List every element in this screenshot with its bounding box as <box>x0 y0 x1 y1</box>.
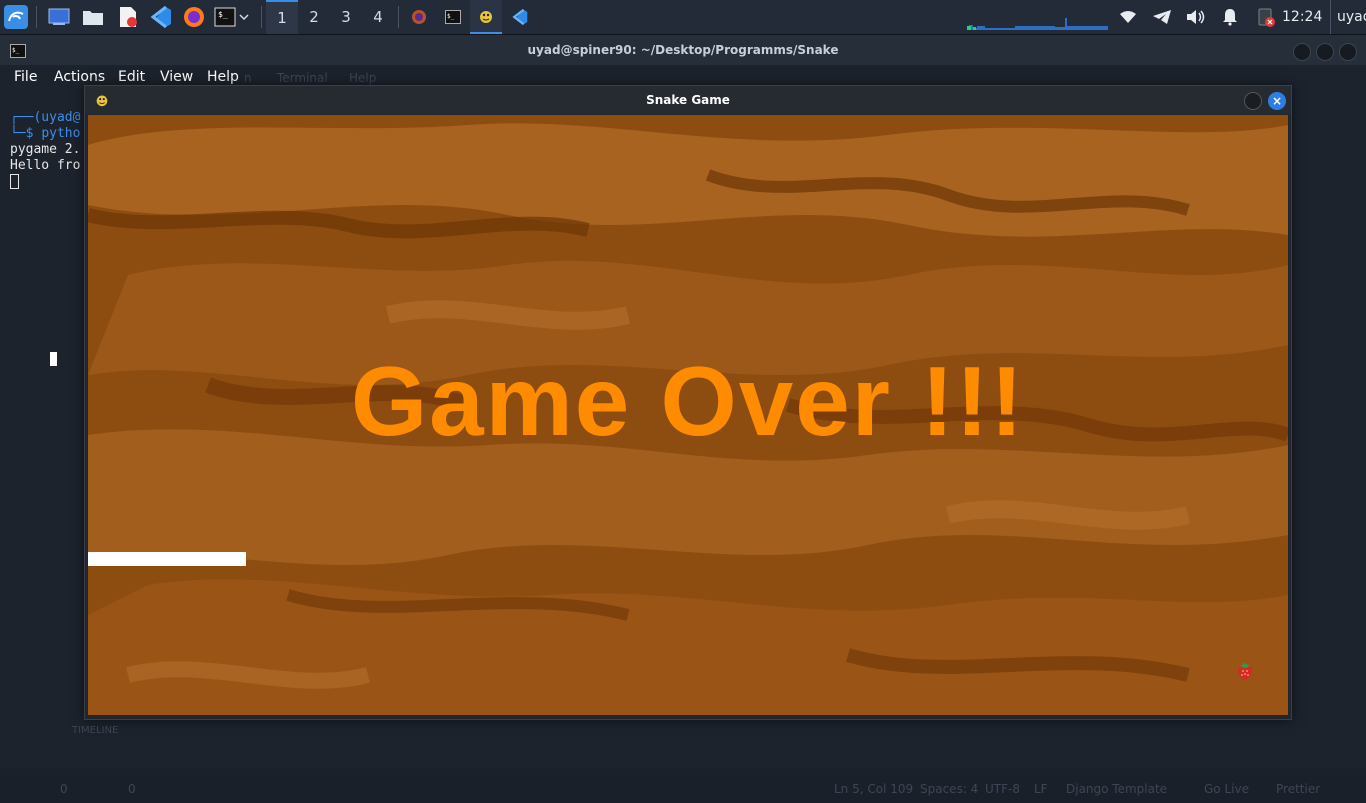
ghost-timeline: TIMELINE <box>72 725 119 736</box>
text-editor-icon[interactable] <box>116 5 140 29</box>
ghost-status: Ln 5, Col 109 <box>834 782 914 796</box>
output-line: pygame 2. <box>10 142 81 157</box>
svg-text:$_: $_ <box>447 13 455 20</box>
chevron-down-icon[interactable] <box>237 5 251 29</box>
battery-icon <box>1254 5 1278 29</box>
clock[interactable]: 12:24 <box>1282 0 1322 34</box>
game-canvas[interactable]: Game Over !!! <box>88 115 1288 715</box>
desktop-icon[interactable] <box>47 5 71 29</box>
user-name[interactable]: uyad <box>1330 0 1366 34</box>
firefox-icon[interactable] <box>182 5 206 29</box>
ghost-menu-item: Terminal <box>277 71 328 85</box>
firefox-task-icon[interactable] <box>403 0 435 34</box>
telegram-icon[interactable] <box>1150 5 1174 29</box>
ghost-status: Go Live <box>1204 782 1249 796</box>
minimize-button[interactable] <box>1293 43 1311 61</box>
bell-icon[interactable] <box>1218 5 1242 29</box>
terminal-output[interactable]: ┌──(uyad@ └─$ pytho pygame 2. Hello fro <box>10 110 80 190</box>
panel-separator <box>398 6 399 28</box>
maximize-button[interactable] <box>1316 43 1334 61</box>
game-over-message: Game Over !!! <box>350 346 1026 456</box>
workspace-2[interactable]: 2 <box>298 0 330 34</box>
volume-icon[interactable] <box>1184 5 1208 29</box>
pygame-icon <box>94 92 110 108</box>
ghost-errors: 0 <box>60 782 68 796</box>
ghost-status: LF <box>1034 782 1048 796</box>
ghost-warnings: 0 <box>128 782 136 796</box>
svg-text:$_: $_ <box>12 47 20 54</box>
menu-actions[interactable]: Actions <box>54 69 105 85</box>
command-text: pytho <box>41 126 81 141</box>
menu-view[interactable]: View <box>160 69 193 85</box>
kali-menu-icon[interactable] <box>4 5 28 29</box>
game-window: Snake Game × Game Over !!! <box>84 85 1292 720</box>
network-graph <box>955 4 1108 30</box>
terminal-title: uyad@spiner90: ~/Desktop/Programms/Snake <box>0 35 1366 65</box>
terminal-cursor <box>10 174 19 189</box>
top-panel: $_ 1 2 3 4 $_ 12:24 uya <box>0 0 1366 35</box>
ghost-menu-item: n <box>244 71 252 85</box>
close-button[interactable] <box>1339 43 1357 61</box>
ghost-menu-item: Help <box>349 71 377 85</box>
strawberry-icon <box>1234 660 1256 682</box>
snake-body <box>88 552 246 566</box>
text-cursor <box>50 352 57 366</box>
menu-file[interactable]: File <box>14 69 37 85</box>
menu-help[interactable]: Help <box>207 69 239 85</box>
wifi-icon[interactable] <box>1116 5 1140 29</box>
workspace-1[interactable]: 1 <box>266 0 298 34</box>
game-close-button[interactable]: × <box>1268 92 1286 110</box>
ghost-status: Spaces: 4 <box>920 782 979 796</box>
prompt-line: ┌──(uyad@ <box>10 110 81 125</box>
ghost-status: UTF-8 <box>985 782 1020 796</box>
panel-separator <box>36 6 37 28</box>
game-title: Snake Game <box>85 86 1291 114</box>
panel-separator <box>261 6 262 28</box>
vscode-task-icon[interactable] <box>504 0 536 34</box>
terminal-task-icon[interactable]: $_ <box>437 0 469 34</box>
svg-text:$_: $_ <box>218 10 228 19</box>
ghost-status: Prettier <box>1276 782 1321 796</box>
terminal-icon[interactable]: $_ <box>213 5 237 29</box>
pygame-task-icon[interactable] <box>470 0 502 34</box>
workspace-4[interactable]: 4 <box>362 0 394 34</box>
ghost-status: Django Template <box>1066 782 1168 796</box>
file-manager-icon[interactable] <box>81 5 105 29</box>
vscode-icon[interactable] <box>149 5 173 29</box>
prompt-arrow: └─$ <box>10 126 42 141</box>
ghost-status-bar: 0 0 Ln 5, Col 109 Spaces: 4 UTF-8 LF Dja… <box>0 775 1366 803</box>
game-minimize-button[interactable] <box>1244 92 1262 110</box>
terminal-app-icon: $_ <box>10 43 26 58</box>
workspace-3[interactable]: 3 <box>330 0 362 34</box>
menu-edit[interactable]: Edit <box>118 69 145 85</box>
output-line: Hello fro <box>10 158 81 173</box>
